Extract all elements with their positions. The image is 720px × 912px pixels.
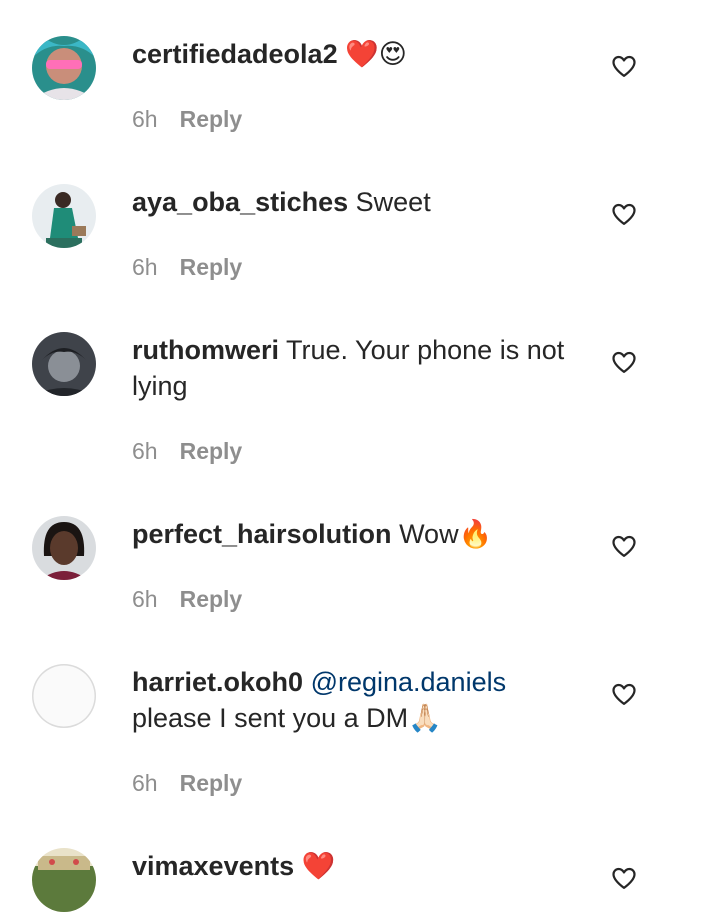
comment-text: certifiedadeola2 ❤️😍 xyxy=(132,36,582,72)
comment-body: please I sent you a DM🙏🏻 xyxy=(132,703,442,733)
reply-button[interactable]: Reply xyxy=(180,770,243,796)
comment-meta: 6h Reply xyxy=(132,768,242,798)
heart-outline-icon[interactable] xyxy=(610,200,638,228)
comment-meta: 6h Reply xyxy=(132,252,242,282)
reply-button[interactable]: Reply xyxy=(180,438,243,464)
comment-time: 6h xyxy=(132,254,158,280)
comment-meta: 6h Reply xyxy=(132,104,242,134)
heart-outline-icon[interactable] xyxy=(610,348,638,376)
mention-link[interactable]: @regina.daniels xyxy=(311,667,507,697)
comment-username[interactable]: certifiedadeola2 xyxy=(132,39,338,69)
comment-text: vimaxevents ❤️ xyxy=(132,848,582,884)
comment-time: 6h xyxy=(132,770,158,796)
comment-time: 6h xyxy=(132,106,158,132)
comment-body: ❤️ xyxy=(301,851,336,881)
comment-text: ruthomweri True. Your phone is not lying xyxy=(132,332,582,404)
comment-username[interactable]: perfect_hairsolution xyxy=(132,519,392,549)
heart-outline-icon[interactable] xyxy=(610,680,638,708)
comment-time: 6h xyxy=(132,586,158,612)
avatar[interactable] xyxy=(32,848,96,912)
comment-body: Wow🔥 xyxy=(399,519,493,549)
reply-button[interactable]: Reply xyxy=(180,586,243,612)
comment-username[interactable]: ruthomweri xyxy=(132,335,279,365)
comment-username[interactable]: vimaxevents xyxy=(132,851,294,881)
comment-username[interactable]: harriet.okoh0 xyxy=(132,667,303,697)
reply-button[interactable]: Reply xyxy=(180,106,243,132)
avatar[interactable] xyxy=(32,184,96,248)
avatar[interactable] xyxy=(32,36,96,100)
comment-text: perfect_hairsolution Wow🔥 xyxy=(132,516,582,552)
comment-meta: 6h Reply xyxy=(132,584,242,614)
comment-username[interactable]: aya_oba_stiches xyxy=(132,187,348,217)
comment-time: 6h xyxy=(132,438,158,464)
comment-body: Sweet xyxy=(355,187,431,217)
heart-outline-icon[interactable] xyxy=(610,52,638,80)
avatar[interactable] xyxy=(32,516,96,580)
heart-outline-icon[interactable] xyxy=(610,864,638,892)
comment-text: aya_oba_stiches Sweet xyxy=(132,184,582,220)
comment-meta: 6h Reply xyxy=(132,436,242,466)
reply-button[interactable]: Reply xyxy=(180,254,243,280)
comment-text: harriet.okoh0 @regina.daniels please I s… xyxy=(132,664,582,736)
comment-body: ❤️😍 xyxy=(345,39,407,69)
heart-outline-icon[interactable] xyxy=(610,532,638,560)
avatar[interactable] xyxy=(32,664,96,728)
avatar[interactable] xyxy=(32,332,96,396)
